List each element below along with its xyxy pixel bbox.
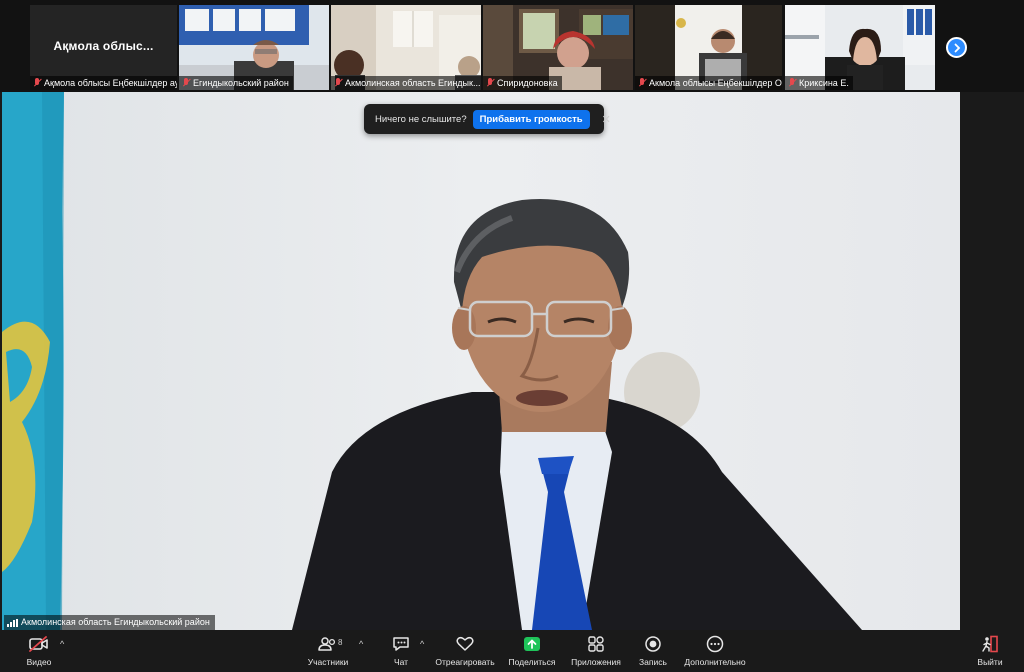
mic-muted-icon: [182, 78, 190, 88]
more-label: Дополнительно: [684, 657, 746, 667]
close-icon[interactable]: ✕: [602, 113, 611, 126]
participant-name: Ақмола облысы Еңбекшілдер ауда...: [44, 78, 177, 88]
leave-label: Выйти: [977, 657, 1003, 667]
participant-tile-6[interactable]: Криксина Е.: [785, 5, 935, 90]
more-button[interactable]: Дополнительно: [684, 634, 746, 670]
react-label: Отреагировать: [435, 657, 495, 667]
record-icon: [645, 636, 661, 652]
active-speaker-area: Ничего не слышите? Прибавить громкость ✕…: [0, 92, 1024, 630]
apps-button[interactable]: Приложения: [569, 634, 623, 670]
mic-muted-icon: [638, 78, 646, 88]
meeting-controls-toolbar: Видео ^ Участники 8 ^ Чат ^ Отреагироват…: [0, 630, 1024, 672]
share-screen-icon: [524, 637, 540, 651]
participant-tile-4[interactable]: Спиридоновка: [483, 5, 633, 90]
mic-muted-icon: [486, 78, 494, 88]
banner-message: Ничего не слышите?: [375, 113, 467, 125]
mic-muted-icon: [33, 78, 41, 88]
participant-name: Криксина Е.: [799, 78, 849, 88]
participant-name-tag: Егиндыкольский район: [179, 76, 293, 90]
participant-tile-1[interactable]: Ақмола облыс... Ақмола облысы Еңбекшілде…: [30, 5, 177, 90]
participant-tile-3[interactable]: Акмолинская область Егиндык...: [331, 5, 481, 90]
participants-count: 8: [338, 638, 343, 647]
video-options-caret-icon[interactable]: ^: [60, 639, 64, 649]
participants-options-caret-icon[interactable]: ^: [359, 639, 363, 649]
participants-button[interactable]: Участники: [304, 634, 352, 670]
leave-icon: [982, 635, 998, 653]
apps-label: Приложения: [571, 657, 621, 667]
participants-label: Участники: [307, 657, 349, 667]
share-screen-button[interactable]: Поделиться: [507, 634, 557, 670]
chat-label: Чат: [393, 657, 409, 667]
participant-display-name: Ақмола облыс...: [53, 39, 154, 53]
share-label: Поделиться: [508, 657, 556, 667]
more-icon: [706, 635, 724, 653]
participant-name-tag: Акмола облысы Еңбекшілдер О...: [635, 76, 782, 90]
react-button[interactable]: Отреагировать: [434, 634, 496, 670]
next-page-button[interactable]: [946, 37, 967, 58]
participant-tile-5[interactable]: Акмола облысы Еңбекшілдер О...: [635, 5, 782, 90]
speaker-name-tag: Акмолинская область Егиндыкольский район: [4, 615, 215, 630]
record-label: Запись: [639, 657, 667, 667]
participant-name-tag: Криксина Е.: [785, 76, 853, 90]
active-speaker-video: Ничего не слышите? Прибавить громкость ✕…: [2, 92, 960, 630]
video-label: Видео: [26, 657, 52, 667]
chat-icon: [393, 637, 409, 651]
video-button[interactable]: Видео: [22, 634, 56, 670]
chat-button[interactable]: Чат: [389, 634, 413, 670]
connection-signal-icon: [7, 618, 18, 627]
participant-name: Акмола облысы Еңбекшілдер О...: [649, 78, 782, 88]
mic-muted-icon: [788, 78, 796, 88]
participant-name: Егиндыкольский район: [193, 78, 289, 88]
participant-name: Спиридоновка: [497, 78, 558, 88]
record-button[interactable]: Запись: [637, 634, 669, 670]
speaker-video-frame: [2, 92, 960, 630]
speaker-name: Акмолинская область Егиндыкольский район: [21, 617, 210, 627]
chat-options-caret-icon[interactable]: ^: [420, 639, 424, 649]
participants-icon: [318, 637, 336, 651]
apps-icon: [588, 636, 604, 652]
participant-name: Акмолинская область Егиндык...: [345, 78, 481, 88]
increase-volume-button[interactable]: Прибавить громкость: [472, 109, 590, 129]
chevron-right-icon: [954, 43, 960, 52]
participant-name-tag: Спиридоновка: [483, 76, 562, 90]
heart-icon: [456, 636, 474, 651]
participant-strip: Ақмола облыс... Ақмола облысы Еңбекшілде…: [0, 0, 1024, 92]
participant-name-tag: Акмолинская область Егиндык...: [331, 76, 481, 90]
participant-tile-2[interactable]: Егиндыкольский район: [179, 5, 329, 90]
participant-name-tag: Ақмола облысы Еңбекшілдер ауда...: [30, 76, 177, 90]
video-off-icon: [29, 636, 48, 652]
audio-notification-banner: Ничего не слышите? Прибавить громкость ✕: [364, 104, 611, 134]
leave-button[interactable]: Выйти: [975, 634, 1005, 670]
mic-muted-icon: [334, 78, 342, 88]
